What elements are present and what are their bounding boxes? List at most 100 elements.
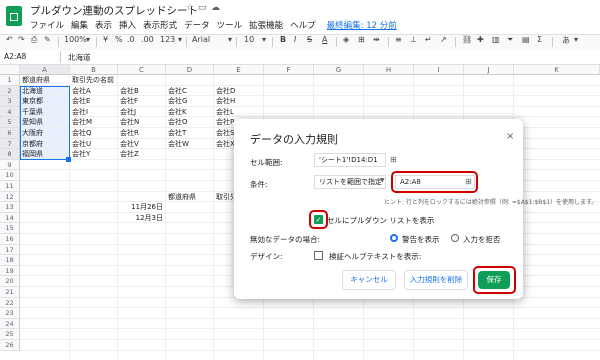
bold-button[interactable]: B <box>280 35 286 44</box>
row-header-11[interactable]: 11 <box>0 181 20 192</box>
column-header-e[interactable]: E <box>214 65 264 75</box>
cell-d4[interactable]: 会社K <box>166 106 214 118</box>
cell-e4[interactable]: 会社L <box>214 106 264 118</box>
column-header-j[interactable]: J <box>464 65 514 75</box>
remove-rule-button[interactable]: 入力規則を削除 <box>404 270 468 290</box>
menu-view[interactable]: 表示 <box>95 19 112 31</box>
vertical-align-icon[interactable]: ⊥ <box>410 35 417 44</box>
row-header-23[interactable]: 23 <box>0 308 20 319</box>
cell-a2[interactable]: 北海道 <box>20 85 70 97</box>
filter-views-icon[interactable]: ▤ <box>522 35 530 44</box>
row-header-7[interactable]: 7 <box>0 138 20 150</box>
horizontal-align-icon[interactable]: ≡ <box>395 35 402 44</box>
row-header-21[interactable]: 21 <box>0 287 20 298</box>
warn-radio[interactable] <box>390 234 398 242</box>
cell-b2[interactable]: 会社A <box>70 85 118 97</box>
decrease-decimal-button[interactable]: .0 <box>127 35 135 44</box>
menu-extensions[interactable]: 拡張機能 <box>249 19 283 31</box>
menu-file[interactable]: ファイル <box>30 19 64 31</box>
select-all-corner[interactable] <box>0 65 20 75</box>
star-icon[interactable]: ☆ <box>186 3 194 13</box>
cell-b4[interactable]: 会社I <box>70 106 118 118</box>
name-box[interactable]: A2:A8 <box>4 52 26 61</box>
cell-c4[interactable]: 会社J <box>118 106 166 118</box>
cell-d13[interactable]: 都道府県 <box>166 191 214 203</box>
row-header-12[interactable]: 12 <box>0 191 20 203</box>
row-header-3[interactable]: 3 <box>0 96 20 107</box>
cell-e3[interactable]: 会社H <box>214 96 264 107</box>
text-wrap-icon[interactable]: ↵ <box>425 35 432 44</box>
row-header-2[interactable]: 2 <box>0 85 20 97</box>
zoom-select[interactable]: 100% <box>64 35 87 44</box>
font-size-select[interactable]: 10 <box>244 35 254 44</box>
row-header-22[interactable]: 22 <box>0 297 20 309</box>
fill-color-icon[interactable]: ◈ <box>343 35 349 44</box>
cell-d7[interactable]: 会社W <box>166 138 214 150</box>
cell-b5[interactable]: 会社M <box>70 117 118 128</box>
row-header-5[interactable]: 5 <box>0 117 20 128</box>
row-header-10[interactable]: 10 <box>0 170 20 181</box>
undo-icon[interactable]: ↶ <box>6 35 13 44</box>
column-header-g[interactable]: G <box>314 65 364 75</box>
column-header-i[interactable]: I <box>414 65 464 75</box>
column-header-a[interactable]: A <box>20 65 70 75</box>
row-header-19[interactable]: 19 <box>0 265 20 277</box>
menu-edit[interactable]: 編集 <box>71 19 88 31</box>
font-select[interactable]: Arial <box>192 35 210 44</box>
row-header-14[interactable]: 14 <box>0 212 20 224</box>
cell-c5[interactable]: 会社N <box>118 117 166 128</box>
italic-button[interactable]: I <box>294 35 296 44</box>
merge-cells-icon[interactable]: ⇹ <box>373 35 380 44</box>
cell-c7[interactable]: 会社V <box>118 138 166 150</box>
strikethrough-button[interactable]: S <box>307 35 312 44</box>
cell-a5[interactable]: 愛知県 <box>20 117 70 128</box>
functions-icon[interactable]: Σ <box>537 35 542 44</box>
cloud-status-icon[interactable]: ☁ <box>211 3 220 13</box>
text-color-button[interactable]: A <box>322 35 327 44</box>
row-header-24[interactable]: 24 <box>0 318 20 330</box>
row-header-16[interactable]: 16 <box>0 234 20 245</box>
row-header-8[interactable]: 8 <box>0 149 20 160</box>
document-title[interactable]: プルダウン連動のスプレッドシート <box>30 3 198 18</box>
filter-icon[interactable]: ⏷ <box>507 35 513 45</box>
column-header-c[interactable]: C <box>118 65 166 75</box>
cell-b8[interactable]: 会社Y <box>70 149 118 160</box>
column-header-b[interactable]: B <box>70 65 118 75</box>
cell-c14[interactable]: 11月26日 <box>118 202 166 213</box>
insert-chart-icon[interactable]: ▥ <box>492 35 500 44</box>
sheets-logo-icon[interactable] <box>6 6 22 26</box>
column-header-k[interactable]: K <box>514 65 600 75</box>
insert-comment-icon[interactable]: ✚ <box>477 35 484 44</box>
cell-b7[interactable]: 会社U <box>70 138 118 150</box>
cell-a3[interactable]: 東京都 <box>20 96 70 107</box>
row-header-6[interactable]: 6 <box>0 128 20 139</box>
select-range-icon[interactable]: ⊞ <box>390 155 397 164</box>
cell-b3[interactable]: 会社E <box>70 96 118 107</box>
cell-d6[interactable]: 会社T <box>166 128 214 139</box>
row-header-4[interactable]: 4 <box>0 106 20 118</box>
row-header-18[interactable]: 18 <box>0 255 20 266</box>
cell-e13[interactable]: 取引先 <box>214 191 234 203</box>
row-header-17[interactable]: 17 <box>0 244 20 256</box>
criteria-select[interactable]: リストを範囲で指定 <box>314 175 386 189</box>
cell-a1[interactable]: 都道府県 <box>20 75 70 86</box>
percent-format-button[interactable]: % <box>115 35 123 44</box>
currency-format-button[interactable]: ¥ <box>103 35 108 44</box>
column-header-f[interactable]: F <box>264 65 314 75</box>
reject-radio[interactable] <box>451 234 459 242</box>
row-header-15[interactable]: 15 <box>0 223 20 234</box>
help-text-checkbox[interactable] <box>314 251 323 260</box>
cell-b6[interactable]: 会社Q <box>70 128 118 139</box>
cell-c6[interactable]: 会社R <box>118 128 166 139</box>
cell-b1[interactable]: 取引先の名前 <box>70 75 166 86</box>
print-icon[interactable]: ⎙ <box>31 35 37 45</box>
fill-handle[interactable] <box>66 157 71 162</box>
cell-c2[interactable]: 会社B <box>118 85 166 97</box>
paint-format-icon[interactable]: ✎ <box>44 35 51 44</box>
column-header-h[interactable]: H <box>364 65 414 75</box>
cell-a6[interactable]: 大阪府 <box>20 128 70 139</box>
menu-insert[interactable]: 挿入 <box>119 19 136 31</box>
more-formats-button[interactable]: 123 <box>160 35 175 44</box>
cell-a4[interactable]: 千葉県 <box>20 106 70 118</box>
cell-d3[interactable]: 会社G <box>166 96 214 107</box>
